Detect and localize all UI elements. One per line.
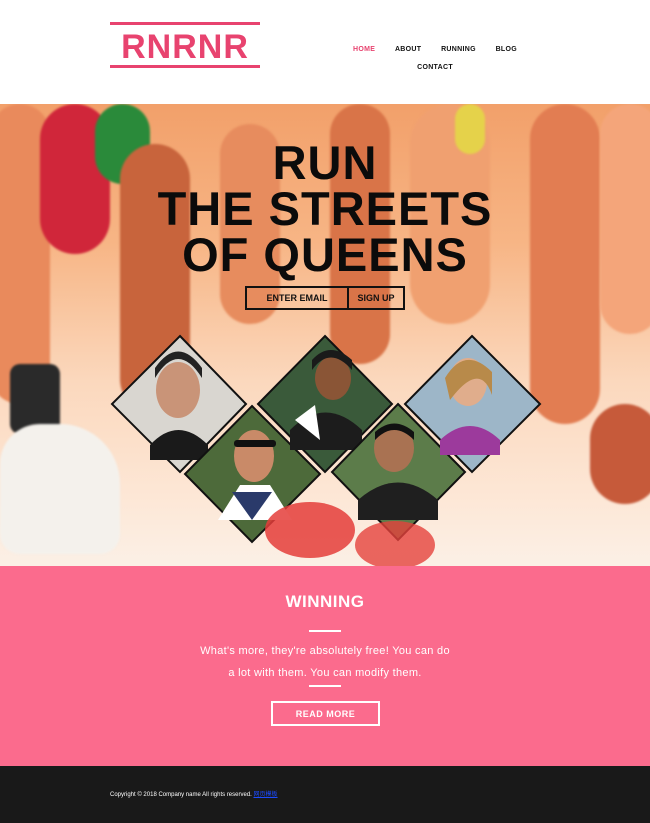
hero-title-line-2: THE STREETS xyxy=(157,182,493,235)
template-link[interactable]: 网页模板 xyxy=(254,792,278,798)
nav-contact[interactable]: CONTACT xyxy=(417,64,453,71)
text-divider xyxy=(309,685,341,687)
hero-title-line-3: OF QUEENS xyxy=(182,228,468,281)
svg-text:RNRNR: RNRNR xyxy=(121,28,249,66)
winning-text-line-1: What's more, they're absolutely free! Yo… xyxy=(200,645,450,657)
hero-title: RUN THE STREETS OF QUEENS xyxy=(0,136,650,281)
nav-home[interactable]: HOME xyxy=(353,46,375,53)
nav-blog[interactable]: BLOG xyxy=(496,46,517,53)
read-more-button[interactable]: READ MORE xyxy=(271,701,380,726)
winning-text-line-2: a lot with them. You can modify them. xyxy=(228,667,422,679)
nav-about[interactable]: ABOUT xyxy=(395,46,421,53)
brand-logo[interactable]: RNRNR xyxy=(110,22,260,68)
site-footer: Copyright © 2018 Company name All rights… xyxy=(0,766,650,823)
copyright-text: Copyright © 2018 Company name All rights… xyxy=(110,789,278,798)
signup-button[interactable]: SIGN UP xyxy=(349,286,405,310)
email-input[interactable] xyxy=(245,286,349,310)
hero-section: RUN THE STREETS OF QUEENS SIGN UP xyxy=(0,104,650,566)
winning-text: What's more, they're absolutely free! Yo… xyxy=(150,640,500,684)
winning-title: WINNING xyxy=(285,592,365,611)
main-nav: HOME ABOUT RUNNING BLOG CONTACT xyxy=(340,46,530,74)
site-header: RNRNR HOME ABOUT RUNNING BLOG CONTACT xyxy=(0,0,650,104)
title-divider xyxy=(309,630,341,632)
signup-form: SIGN UP xyxy=(245,286,405,310)
hero-title-line-1: RUN xyxy=(272,136,378,189)
winning-section: WINNING What's more, they're absolutely … xyxy=(0,566,650,766)
nav-running[interactable]: RUNNING xyxy=(441,46,476,53)
copyright-label: Copyright © 2018 Company name All rights… xyxy=(110,792,252,798)
